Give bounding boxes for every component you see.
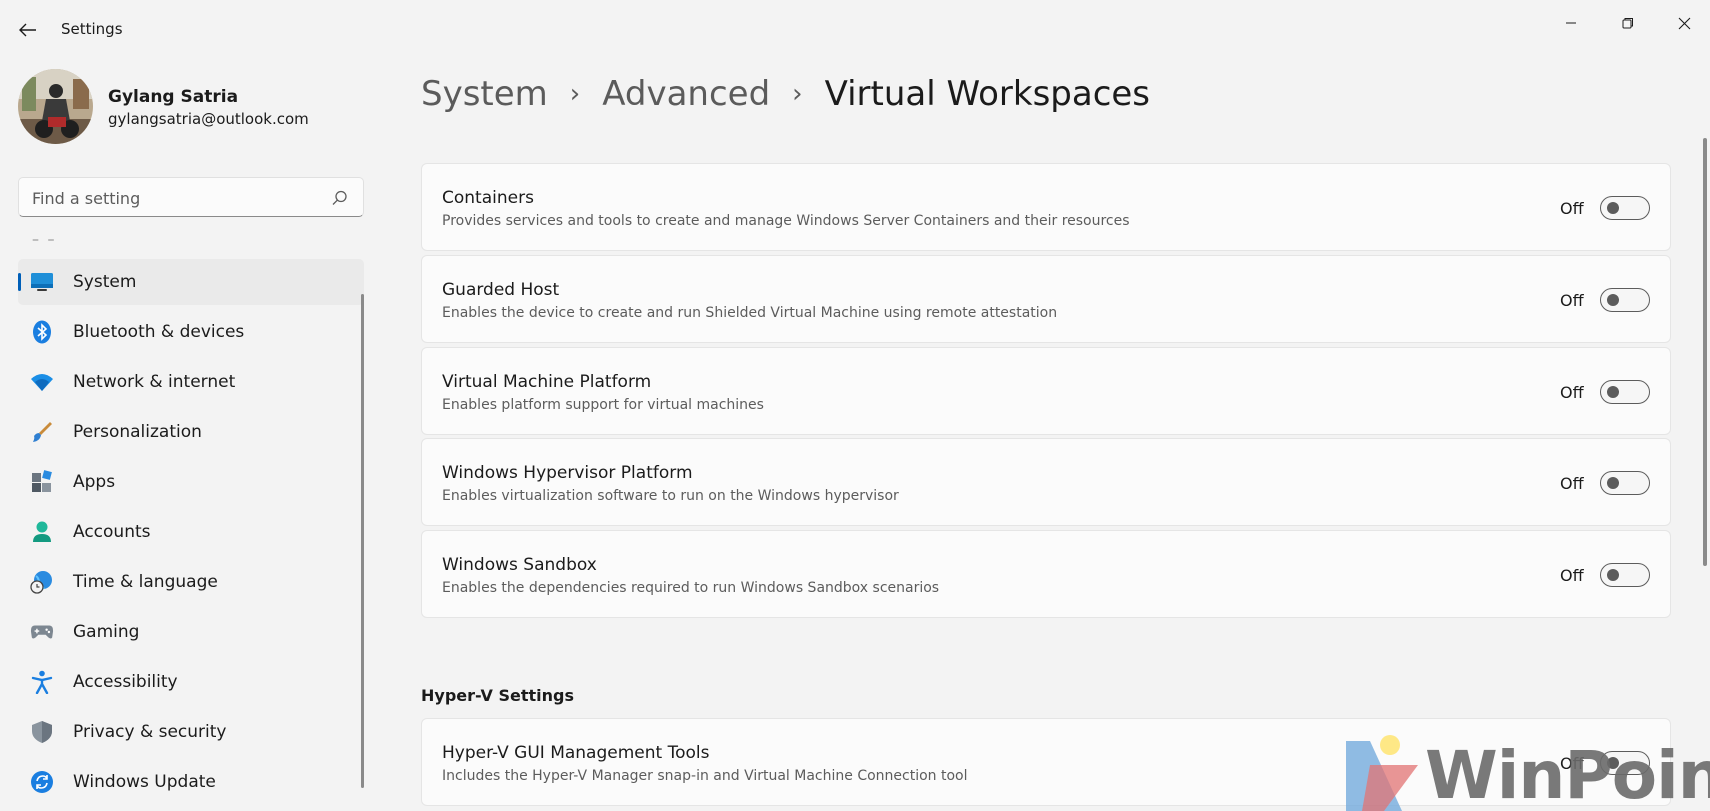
avatar[interactable]	[18, 69, 93, 144]
update-icon	[30, 770, 54, 794]
sidebar-item-apps[interactable]: Apps	[18, 459, 364, 505]
toggle-state-label: Off	[1560, 291, 1584, 310]
watermark: WinPoin	[1340, 735, 1710, 811]
toggle-state-label: Off	[1560, 383, 1584, 402]
windows-hypervisor-platform-toggle[interactable]	[1600, 471, 1650, 495]
sidebar-item-label: Time & language	[73, 572, 218, 592]
feature-title: Virtual Machine Platform	[442, 372, 652, 392]
sidebar-item-label: System	[73, 272, 137, 292]
sidebar-item-privacy-security[interactable]: Privacy & security	[18, 709, 364, 755]
guarded-host-toggle[interactable]	[1600, 288, 1650, 312]
search-icon[interactable]	[331, 189, 349, 207]
watermark-text: WinPoin	[1425, 737, 1710, 811]
system-icon	[30, 270, 54, 294]
sidebar-item-gaming[interactable]: Gaming	[18, 609, 364, 655]
back-button[interactable]	[14, 16, 42, 44]
gamepad-icon	[30, 620, 54, 644]
apps-icon	[30, 470, 54, 494]
windows-sandbox-toggle[interactable]	[1600, 563, 1650, 587]
sidebar-item-label: Accessibility	[73, 672, 178, 692]
feature-description: Provides services and tools to create an…	[442, 213, 1130, 229]
wifi-icon	[30, 370, 54, 394]
sidebar-item-windows-update[interactable]: Windows Update	[18, 759, 364, 805]
feature-card-windows-sandbox: Windows Sandbox Enables the dependencies…	[421, 530, 1671, 618]
sidebar-item-accounts[interactable]: Accounts	[18, 509, 364, 555]
sidebar-item-label: Windows Update	[73, 772, 216, 792]
sidebar-item-label: Bluetooth & devices	[73, 322, 245, 342]
sidebar-item-label: Gaming	[73, 622, 140, 642]
feature-title: Guarded Host	[442, 280, 560, 300]
feature-description: Enables the device to create and run Shi…	[442, 305, 1058, 321]
breadcrumb: System › Advanced › Virtual Workspaces	[421, 70, 1150, 118]
sidebar-item-label: Apps	[73, 472, 116, 492]
back-arrow-icon	[19, 23, 36, 37]
virtual-machine-platform-toggle[interactable]	[1600, 380, 1650, 404]
feature-card-guarded-host: Guarded Host Enables the device to creat…	[421, 255, 1671, 343]
accessibility-icon	[30, 670, 54, 694]
app-title: Settings	[61, 20, 123, 38]
sidebar-scrollbar[interactable]	[361, 294, 364, 788]
brush-icon	[30, 420, 54, 444]
feature-description: Enables platform support for virtual mac…	[442, 397, 764, 413]
sidebar-item-label: Network & internet	[73, 372, 236, 392]
sidebar-item-personalization[interactable]: Personalization	[18, 409, 364, 455]
winpoin-logo-icon	[1346, 735, 1418, 811]
sidebar-item-accessibility[interactable]: Accessibility	[18, 659, 364, 705]
chevron-right-icon: ›	[792, 79, 803, 109]
restore-button[interactable]	[1604, 6, 1652, 40]
title-bar: Settings	[0, 0, 1710, 58]
feature-title: Containers	[442, 188, 534, 208]
feature-card-windows-hypervisor-platform: Windows Hypervisor Platform Enables virt…	[421, 438, 1671, 526]
accounts-icon	[30, 520, 54, 544]
nav-overflow-indicator: – –	[32, 232, 57, 248]
sidebar-item-bluetooth[interactable]: Bluetooth & devices	[18, 309, 364, 355]
globe-clock-icon	[30, 570, 54, 594]
minimize-button[interactable]	[1547, 6, 1595, 40]
feature-title: Windows Sandbox	[442, 555, 597, 575]
feature-description: Enables virtualization software to run o…	[442, 488, 899, 504]
user-photo-icon	[18, 69, 93, 144]
close-button[interactable]	[1660, 6, 1708, 40]
breadcrumb-advanced[interactable]: Advanced	[602, 74, 770, 114]
containers-toggle[interactable]	[1600, 196, 1650, 220]
sidebar-item-system[interactable]: System	[18, 259, 364, 305]
feature-title: Windows Hypervisor Platform	[442, 463, 693, 483]
feature-description: Enables the dependencies required to run…	[442, 580, 940, 596]
toggle-state-label: Off	[1560, 566, 1584, 585]
toggle-state-label: Off	[1560, 199, 1584, 218]
chevron-right-icon: ›	[569, 79, 581, 109]
feature-title: Hyper-V GUI Management Tools	[442, 743, 710, 763]
sidebar-nav: System Bluetooth & devices Network & int…	[18, 259, 364, 809]
feature-card-containers: Containers Provides services and tools t…	[421, 163, 1671, 251]
sidebar-item-time-language[interactable]: Time & language	[18, 559, 364, 605]
shield-icon	[30, 720, 54, 744]
close-icon	[1678, 17, 1690, 29]
feature-card-virtual-machine-platform: Virtual Machine Platform Enables platfor…	[421, 347, 1671, 435]
sidebar-item-label: Accounts	[73, 522, 151, 542]
user-email: gylangsatria@outlook.com	[108, 110, 309, 128]
feature-description: Includes the Hyper-V Manager snap-in and…	[442, 768, 968, 784]
section-heading-hyperv: Hyper-V Settings	[421, 686, 574, 705]
bluetooth-icon	[30, 320, 54, 344]
sidebar-item-label: Privacy & security	[73, 722, 227, 742]
page-title: Virtual Workspaces	[824, 74, 1151, 114]
content-scrollbar[interactable]	[1703, 138, 1707, 566]
search-box[interactable]	[18, 177, 364, 217]
restore-icon	[1622, 18, 1633, 29]
user-name: Gylang Satria	[108, 87, 239, 107]
search-input[interactable]	[32, 186, 322, 210]
toggle-state-label: Off	[1560, 474, 1584, 493]
breadcrumb-system[interactable]: System	[421, 74, 548, 114]
sidebar-item-label: Personalization	[73, 422, 202, 442]
sidebar-item-network[interactable]: Network & internet	[18, 359, 364, 405]
minimize-icon	[1566, 22, 1576, 24]
